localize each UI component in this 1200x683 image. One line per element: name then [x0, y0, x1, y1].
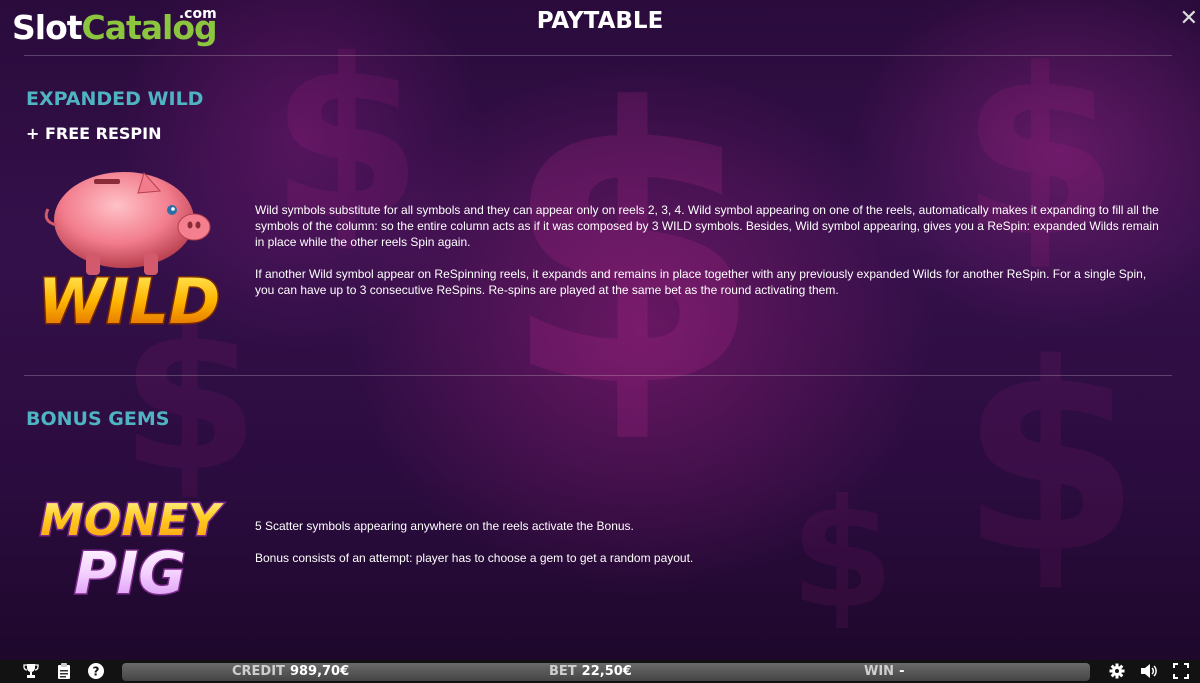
balance-bar: CREDIT 989,70€ BET 22,50€ WIN -: [122, 663, 1090, 681]
free-respin-subtitle: + FREE RESPIN: [26, 124, 162, 143]
bet-label: BET: [549, 664, 577, 679]
description-paragraph: 5 Scatter symbols appearing anywhere on …: [255, 519, 634, 533]
credit-label: CREDIT: [232, 664, 285, 679]
section-divider: [24, 375, 1172, 376]
expanded-wild-description: Wild symbols substitute for all symbols …: [255, 202, 1165, 314]
win-label: WIN: [864, 664, 895, 679]
money-pig-symbol: MONEY PIG: [30, 490, 230, 609]
win-display: WIN -: [864, 663, 904, 681]
close-icon[interactable]: ✕: [1180, 6, 1198, 31]
help-icon[interactable]: ?: [87, 663, 105, 681]
expanded-wild-title: EXPANDED WILD: [26, 88, 204, 110]
bonus-gems-description: 5 Scatter symbols appearing anywhere on …: [255, 518, 1165, 582]
pig-text: PIG: [74, 539, 186, 605]
description-paragraph: Bonus consists of an attempt: player has…: [255, 551, 694, 565]
bonus-gems-title: BONUS GEMS: [26, 408, 170, 430]
speaker-icon[interactable]: [1140, 663, 1158, 681]
svg-text:?: ?: [93, 665, 100, 679]
trophy-icon[interactable]: [22, 663, 40, 681]
description-paragraph: Wild symbols substitute for all symbols …: [255, 203, 1159, 249]
header-divider: [24, 55, 1172, 56]
bet-value: 22,50€: [581, 664, 632, 679]
credit-value: 989,70€: [289, 664, 350, 679]
bet-display: BET 22,50€: [549, 663, 632, 681]
wild-symbol-text: WILD: [38, 265, 220, 335]
bottom-status-bar: CREDIT 989,70€ BET 22,50€ WIN -: [0, 660, 1200, 683]
fullscreen-icon[interactable]: [1172, 663, 1190, 681]
clipboard-icon[interactable]: [55, 663, 73, 681]
description-paragraph: If another Wild symbol appear on ReSpinn…: [255, 267, 1147, 297]
win-value: -: [899, 664, 905, 679]
wild-pig-symbol: WILD: [34, 165, 224, 340]
credit-display: CREDIT 989,70€: [232, 663, 349, 681]
page-title: PAYTABLE: [536, 8, 664, 34]
gear-icon[interactable]: [1108, 663, 1126, 681]
